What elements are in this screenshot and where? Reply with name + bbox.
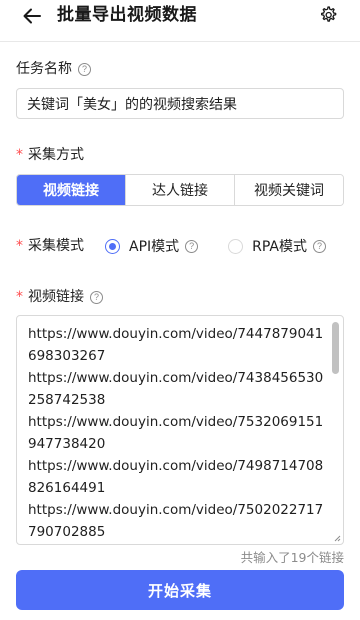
- video-links-label-row: * 视频链接 ?: [16, 287, 103, 307]
- collect-mode-label-row: * 采集模式: [16, 236, 84, 256]
- required-mark: *: [16, 238, 23, 254]
- video-links-label: 视频链接: [28, 289, 84, 305]
- video-links-text: https://www.douyin.com/video/74478790416…: [28, 323, 330, 543]
- task-name-input[interactable]: [16, 88, 344, 119]
- radio-api-mode[interactable]: API模式 ?: [105, 236, 199, 256]
- video-link-line: https://www.douyin.com/video/74384565302…: [28, 370, 324, 408]
- textarea-scrollbar[interactable]: [332, 322, 339, 374]
- radio-unchecked-icon: [228, 238, 244, 254]
- required-mark: *: [16, 289, 23, 305]
- segment-creator-link[interactable]: 达人链接: [126, 175, 235, 205]
- resize-handle-icon[interactable]: [333, 534, 341, 542]
- collect-method-segmented: 视频链接 达人链接 视频关键词: [16, 174, 344, 206]
- link-count-text: 共输入了19个链接: [240, 550, 344, 565]
- radio-rpa-mode[interactable]: RPA模式 ?: [228, 236, 327, 256]
- video-link-line: https://www.douyin.com/video/75320691519…: [28, 414, 324, 452]
- video-link-line: https://www.douyin.com/video/74478790416…: [28, 326, 324, 364]
- back-button[interactable]: [20, 5, 44, 27]
- required-mark: *: [16, 147, 23, 163]
- help-icon[interactable]: ?: [185, 239, 199, 253]
- video-link-line: https://www.douyin.com/video/75020227177…: [28, 502, 324, 540]
- segment-video-keyword[interactable]: 视频关键词: [235, 175, 343, 205]
- arrow-left-icon: [23, 8, 41, 24]
- page-title: 批量导出视频数据: [57, 5, 197, 25]
- start-collect-button[interactable]: 开始采集: [16, 570, 344, 610]
- settings-button[interactable]: [317, 4, 339, 26]
- collect-mode-label: 采集模式: [28, 238, 84, 254]
- help-icon[interactable]: ?: [78, 62, 91, 76]
- task-name-label: 任务名称: [16, 61, 72, 77]
- app-header: 批量导出视频数据: [0, 0, 360, 42]
- segment-video-link[interactable]: 视频链接: [17, 175, 126, 205]
- help-icon[interactable]: ?: [90, 290, 103, 304]
- radio-api-label: API模式: [129, 239, 180, 255]
- radio-checked-icon: [105, 238, 120, 254]
- radio-rpa-label: RPA模式: [252, 239, 308, 255]
- help-icon[interactable]: ?: [313, 239, 327, 253]
- video-link-line: https://www.douyin.com/video/74987147088…: [28, 458, 324, 496]
- collect-method-label-row: * 采集方式: [16, 145, 84, 165]
- collect-mode-radio-group: API模式 ? RPA模式 ?: [105, 236, 327, 256]
- gear-icon: [321, 6, 337, 22]
- task-name-label-row: 任务名称 ?: [16, 59, 91, 79]
- video-links-textarea[interactable]: https://www.douyin.com/video/74478790416…: [16, 315, 344, 545]
- collect-method-label: 采集方式: [28, 147, 84, 163]
